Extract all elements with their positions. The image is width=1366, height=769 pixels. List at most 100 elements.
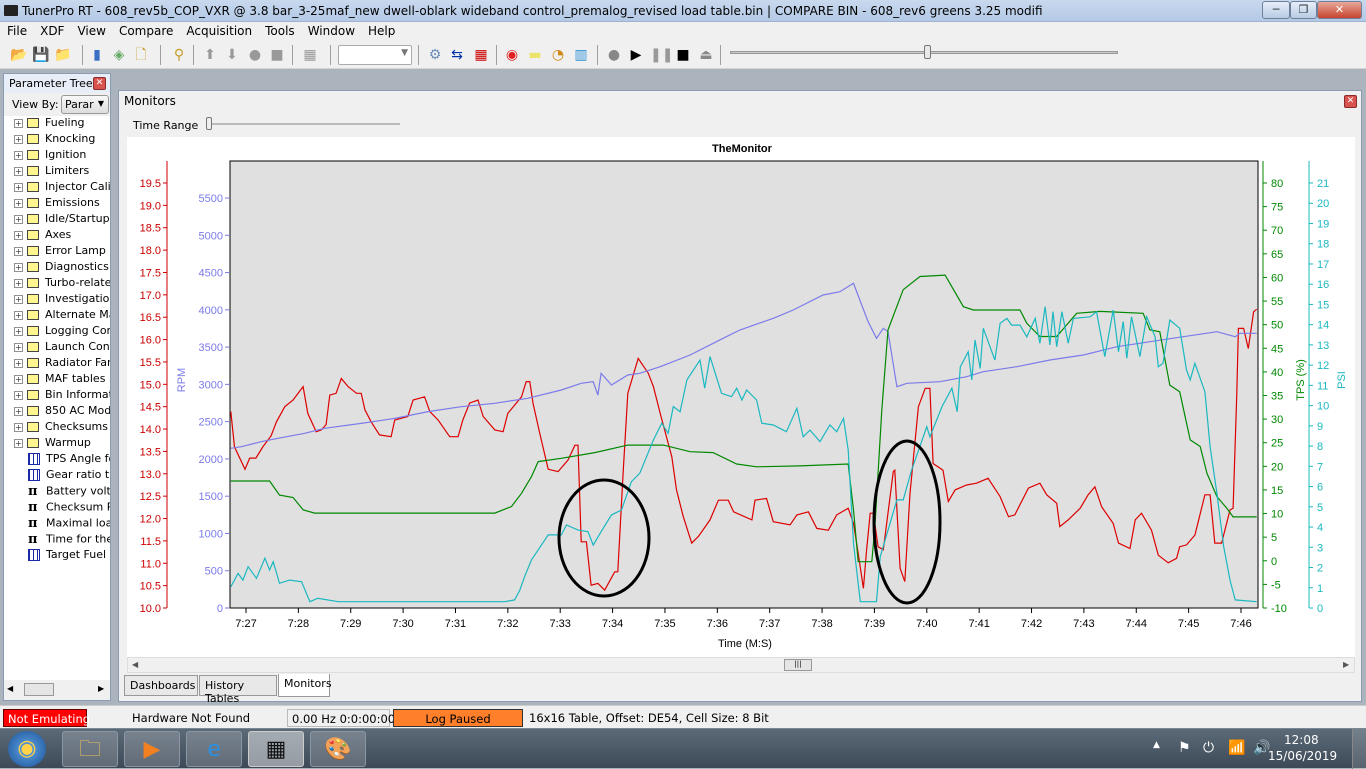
chip-icon[interactable]: ▦: [301, 46, 319, 64]
open-folder-icon[interactable]: 📂: [10, 46, 28, 64]
tree-folder[interactable]: + Warmup: [14, 436, 110, 452]
tab-monitors[interactable]: Monitors: [278, 674, 332, 697]
expand-icon[interactable]: +: [14, 438, 23, 448]
save-icon[interactable]: 💾: [32, 46, 50, 64]
tree-item[interactable]: π Checksum P: [14, 500, 110, 516]
restore-button[interactable]: ❐: [1290, 1, 1317, 19]
pause-icon[interactable]: ❚❚: [650, 46, 673, 64]
tree-item[interactable]: Gear ratio ta: [14, 468, 110, 484]
menu-view[interactable]: View: [70, 22, 111, 38]
notepad-icon[interactable]: ▬: [526, 46, 544, 64]
internet-explorer-icon[interactable]: e: [186, 731, 242, 767]
expand-icon[interactable]: +: [14, 406, 23, 416]
menu-window[interactable]: Window: [301, 22, 361, 38]
arrow-down-icon[interactable]: ⬇: [223, 46, 241, 64]
expand-icon[interactable]: +: [14, 390, 23, 400]
expand-icon[interactable]: +: [14, 150, 23, 160]
tree-folder[interactable]: + Diagnostics: [14, 260, 110, 276]
chart-horizontal-scrollbar[interactable]: ◀ ||| ▶: [127, 657, 1355, 673]
scroll-thumb[interactable]: |||: [784, 659, 812, 671]
xdf-icon[interactable]: ▮: [88, 46, 106, 64]
menu-acquisition[interactable]: Acquisition: [179, 22, 258, 38]
circle-icon[interactable]: ●: [246, 46, 264, 64]
menu-file[interactable]: File: [0, 22, 33, 38]
power-icon[interactable]: ⏻: [1203, 740, 1214, 756]
scroll-left-icon[interactable]: ◀: [7, 684, 13, 693]
expand-icon[interactable]: +: [14, 326, 23, 336]
network-disconnected-icon[interactable]: 📶: [1228, 740, 1245, 756]
toolbar-combo[interactable]: ▼: [338, 45, 412, 65]
tree-folder[interactable]: + Limiters: [14, 164, 110, 180]
stop-icon[interactable]: ■: [674, 46, 692, 64]
expand-icon[interactable]: +: [14, 198, 23, 208]
swap-arrows-icon[interactable]: ⇆: [448, 46, 466, 64]
menu-tools[interactable]: Tools: [258, 22, 301, 38]
expand-icon[interactable]: +: [14, 342, 23, 352]
open-bin-icon[interactable]: 📁: [54, 46, 72, 64]
tree-folder[interactable]: + Fueling: [14, 116, 110, 132]
tree-folder[interactable]: + Alternate Ma: [14, 308, 110, 324]
action-center-flag-icon[interactable]: ⚑: [1178, 740, 1191, 756]
expand-icon[interactable]: +: [14, 214, 23, 224]
media-player-icon[interactable]: ▶: [124, 731, 180, 767]
bar-chart-icon[interactable]: ▥: [572, 46, 590, 64]
plug-icon[interactable]: ⚲: [170, 46, 188, 64]
scroll-thumb[interactable]: [24, 683, 54, 696]
scroll-left-icon[interactable]: ◀: [132, 660, 138, 669]
tree-folder[interactable]: + Emissions: [14, 196, 110, 212]
tree-folder[interactable]: + Ignition: [14, 148, 110, 164]
clock-time[interactable]: 12:08: [1284, 733, 1319, 747]
tree-item[interactable]: TPS Angle fo: [14, 452, 110, 468]
tree-folder[interactable]: + Turbo-relate: [14, 276, 110, 292]
expand-icon[interactable]: +: [14, 182, 23, 192]
scroll-right-icon[interactable]: ▶: [1343, 660, 1349, 669]
minimize-button[interactable]: ─: [1262, 1, 1290, 19]
tree-folder[interactable]: + Logging Con: [14, 324, 110, 340]
tree-item[interactable]: π Battery volt: [14, 484, 110, 500]
close-icon[interactable]: ✕: [93, 77, 106, 90]
time-range-thumb[interactable]: [206, 117, 212, 130]
menu-help[interactable]: Help: [361, 22, 401, 38]
eject-icon[interactable]: ⏏: [697, 46, 715, 64]
new-xdf-icon[interactable]: ◈: [110, 46, 128, 64]
tree-item[interactable]: Target Fuel: [14, 548, 110, 564]
tree-folder[interactable]: + Knocking: [14, 132, 110, 148]
clock-date[interactable]: 15/06/2019: [1268, 749, 1337, 763]
tab-history-tables[interactable]: History Tables: [199, 675, 277, 705]
menu-xdf[interactable]: XDF: [33, 22, 70, 38]
show-desktop-button[interactable]: [1352, 729, 1366, 769]
expand-icon[interactable]: +: [14, 278, 23, 288]
tree-folder[interactable]: + Radiator Far: [14, 356, 110, 372]
expand-icon[interactable]: +: [14, 230, 23, 240]
paint-icon[interactable]: 🎨: [310, 731, 366, 767]
view-by-select[interactable]: Parar ▼: [61, 95, 109, 114]
tree-folder[interactable]: + Idle/Startup: [14, 212, 110, 228]
new-file-icon[interactable]: 🗋: [132, 46, 150, 64]
expand-icon[interactable]: +: [14, 246, 23, 256]
expand-icon[interactable]: +: [14, 294, 23, 304]
explorer-icon[interactable]: 🗀: [62, 731, 118, 767]
tree-folder[interactable]: + Investigatio: [14, 292, 110, 308]
tree-folder[interactable]: + Error Lamp D: [14, 244, 110, 260]
close-icon[interactable]: ✕: [1344, 95, 1357, 108]
start-orb-icon[interactable]: ◉: [8, 731, 46, 767]
scroll-right-icon[interactable]: ▶: [98, 684, 104, 693]
compare-table-icon[interactable]: ▦: [472, 46, 490, 64]
playback-slider-thumb[interactable]: [924, 45, 931, 59]
expand-icon[interactable]: +: [14, 134, 23, 144]
close-button[interactable]: ✕: [1317, 1, 1362, 19]
record-target-icon[interactable]: ◉: [503, 46, 521, 64]
tree-horizontal-scrollbar[interactable]: ◀ ▶: [4, 680, 110, 700]
gears-icon[interactable]: ⚙: [426, 46, 444, 64]
play-icon[interactable]: ▶: [627, 46, 645, 64]
tab-dashboards[interactable]: Dashboards: [124, 675, 198, 696]
tree-folder[interactable]: +850 AC Mod: [14, 404, 110, 420]
gauge-icon[interactable]: ◔: [549, 46, 567, 64]
tunerpro-chip-icon[interactable]: ▦: [248, 731, 304, 767]
record-icon[interactable]: ●: [605, 46, 623, 64]
tree-folder[interactable]: + MAF tables: [14, 372, 110, 388]
menu-compare[interactable]: Compare: [112, 22, 179, 38]
tree-folder[interactable]: + Bin Informat: [14, 388, 110, 404]
tree-folder[interactable]: + Injector Cali: [14, 180, 110, 196]
tree-folder[interactable]: + Launch Cont: [14, 340, 110, 356]
